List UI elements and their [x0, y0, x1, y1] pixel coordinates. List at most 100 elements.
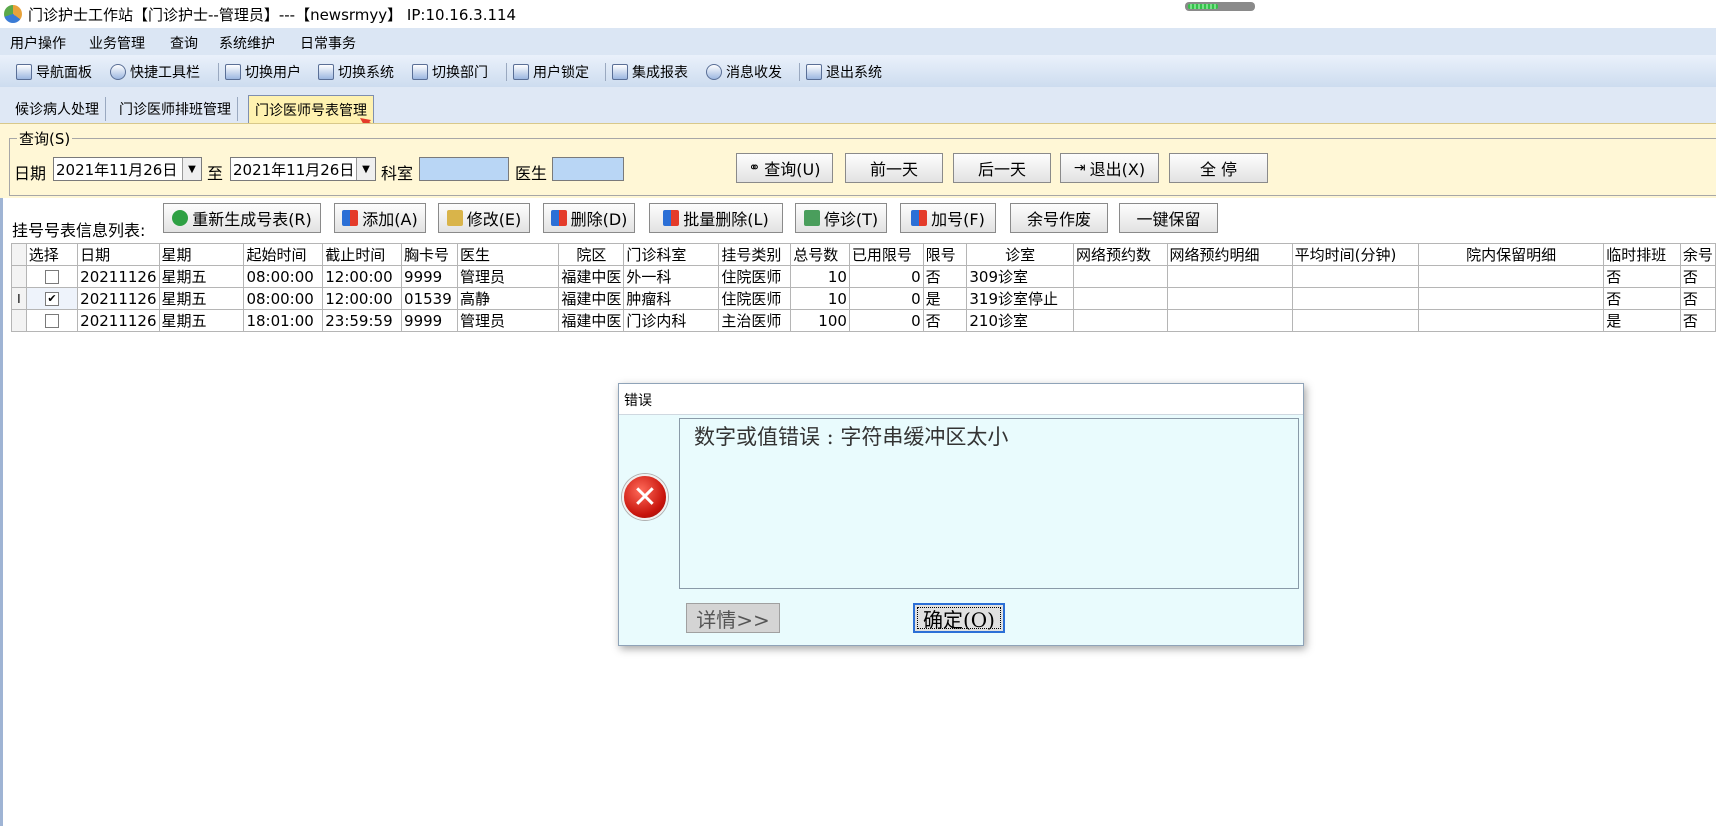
- column-header[interactable]: 网络预约数: [1072, 243, 1168, 266]
- table-cell[interactable]: 管理员: [456, 309, 560, 332]
- table-cell[interactable]: 否: [1679, 287, 1716, 310]
- table-cell[interactable]: [1072, 265, 1168, 288]
- date-from-picker[interactable]: 2021年11月26日 ▼: [53, 157, 202, 181]
- menu-user-ops[interactable]: 用户操作: [10, 33, 66, 53]
- table-cell[interactable]: 18:01:00: [243, 309, 324, 332]
- department-input[interactable]: [419, 157, 509, 181]
- table-cell[interactable]: 否: [1603, 265, 1681, 288]
- column-header[interactable]: 院内保留明细: [1417, 243, 1605, 266]
- table-cell[interactable]: 否: [1603, 287, 1681, 310]
- table-cell[interactable]: 否: [1679, 265, 1716, 288]
- table-cell[interactable]: 10: [790, 287, 850, 310]
- column-header[interactable]: 临时排班: [1603, 243, 1681, 266]
- tab-doctor-scheduling[interactable]: 门诊医师排班管理: [113, 97, 238, 121]
- column-header[interactable]: 网络预约明细: [1166, 243, 1293, 266]
- toolbar-integrated-report[interactable]: 集成报表: [612, 62, 688, 82]
- row-checkbox-checked[interactable]: ✔: [44, 292, 59, 306]
- column-header[interactable]: 医生: [456, 243, 560, 266]
- table-cell[interactable]: 是: [1603, 309, 1681, 332]
- table-cell[interactable]: 12:00:00: [322, 265, 403, 288]
- table-cell[interactable]: 门诊内科: [623, 309, 720, 332]
- column-header[interactable]: 门诊科室: [623, 243, 720, 266]
- table-cell[interactable]: 管理员: [456, 265, 560, 288]
- toolbar-navigation-panel[interactable]: 导航面板: [16, 62, 92, 82]
- table-cell[interactable]: 肿瘤科: [623, 287, 720, 310]
- delete-button[interactable]: 删除(D): [543, 203, 635, 233]
- menu-query[interactable]: 查询: [170, 33, 198, 53]
- column-header[interactable]: 挂号类别: [718, 243, 792, 266]
- table-cell[interactable]: 主治医师: [718, 309, 792, 332]
- table-row[interactable]: I ✔ 20211126 星期五 08:00:00 12:00:00 01539…: [11, 287, 1716, 310]
- table-cell[interactable]: 9999: [401, 265, 458, 288]
- column-header[interactable]: 选择: [25, 243, 79, 266]
- menu-system-maintenance[interactable]: 系统维护: [219, 33, 275, 53]
- table-cell[interactable]: [1291, 265, 1419, 288]
- column-header[interactable]: 已用限号: [848, 243, 924, 266]
- table-cell[interactable]: 20211126: [77, 287, 160, 310]
- column-header[interactable]: 起始时间: [243, 243, 324, 266]
- table-cell[interactable]: 否: [922, 309, 968, 332]
- table-cell[interactable]: 福建中医: [558, 287, 625, 310]
- table-cell[interactable]: [1072, 287, 1168, 310]
- table-cell[interactable]: [1417, 287, 1605, 310]
- toolbar-user-lock[interactable]: 用户锁定: [513, 62, 589, 82]
- table-cell[interactable]: 9999: [401, 309, 458, 332]
- stop-all-button[interactable]: 全 停: [1169, 153, 1268, 183]
- toolbar-exit-system[interactable]: 退出系统: [806, 62, 882, 82]
- column-header[interactable]: 截止时间: [322, 243, 403, 266]
- table-cell[interactable]: 否: [1679, 309, 1716, 332]
- table-cell[interactable]: 星期五: [158, 287, 245, 310]
- table-cell[interactable]: [1291, 287, 1419, 310]
- column-header[interactable]: 院区: [558, 243, 625, 266]
- toolbar-switch-system[interactable]: 切换系统: [318, 62, 394, 82]
- tab-waiting-patients[interactable]: 候诊病人处理: [9, 97, 106, 121]
- table-cell[interactable]: 210诊室: [966, 309, 1074, 332]
- column-header[interactable]: 总号数: [790, 243, 850, 266]
- table-cell[interactable]: 福建中医: [558, 309, 625, 332]
- dialog-title-bar[interactable]: 错误: [619, 384, 1303, 415]
- row-checkbox[interactable]: [44, 314, 59, 328]
- table-cell[interactable]: 住院医师: [718, 287, 792, 310]
- menu-daily-affairs[interactable]: 日常事务: [300, 33, 356, 53]
- table-row[interactable]: 20211126 星期五 08:00:00 12:00:00 9999 管理员 …: [11, 265, 1716, 288]
- table-cell[interactable]: 08:00:00: [243, 265, 324, 288]
- add-button[interactable]: 添加(A): [334, 203, 426, 233]
- table-cell[interactable]: [1166, 309, 1293, 332]
- table-cell[interactable]: [1166, 265, 1293, 288]
- select-cell[interactable]: [25, 265, 79, 288]
- details-button[interactable]: 详情>>: [686, 603, 780, 633]
- ok-button[interactable]: 确定(O): [913, 603, 1005, 633]
- batch-delete-button[interactable]: 批量删除(L): [649, 203, 783, 233]
- table-cell[interactable]: 01539: [401, 287, 458, 310]
- edit-button[interactable]: 修改(E): [438, 203, 530, 233]
- date-to-picker[interactable]: 2021年11月26日 ▼: [230, 157, 376, 181]
- regenerate-button[interactable]: 重新生成号表(R): [163, 203, 321, 233]
- menu-business[interactable]: 业务管理: [89, 33, 145, 53]
- table-cell[interactable]: 23:59:59: [322, 309, 403, 332]
- table-cell[interactable]: 08:00:00: [243, 287, 324, 310]
- table-cell[interactable]: 星期五: [158, 265, 245, 288]
- table-cell[interactable]: [1072, 309, 1168, 332]
- select-cell[interactable]: ✔: [25, 287, 79, 310]
- one-click-keep-button[interactable]: 一键保留: [1119, 203, 1218, 233]
- table-cell[interactable]: 20211126: [77, 265, 160, 288]
- table-cell[interactable]: [1417, 265, 1605, 288]
- table-cell[interactable]: [1417, 309, 1605, 332]
- previous-day-button[interactable]: 前一天: [845, 153, 943, 183]
- table-cell[interactable]: [1166, 287, 1293, 310]
- table-cell[interactable]: 外一科: [623, 265, 720, 288]
- toolbar-messages[interactable]: 消息收发: [706, 62, 782, 82]
- table-cell[interactable]: [1291, 309, 1419, 332]
- table-cell[interactable]: 12:00:00: [322, 287, 403, 310]
- table-cell[interactable]: 高静: [456, 287, 560, 310]
- chevron-down-icon[interactable]: ▼: [356, 158, 375, 180]
- stop-clinic-button[interactable]: 停诊(T): [795, 203, 887, 233]
- void-remaining-button[interactable]: 余号作废: [1010, 203, 1108, 233]
- search-button[interactable]: ⚭ 查询(U): [736, 153, 833, 183]
- table-cell[interactable]: 0: [848, 309, 924, 332]
- next-day-button[interactable]: 后一天: [953, 153, 1051, 183]
- toolbar-switch-user[interactable]: 切换用户: [225, 62, 301, 82]
- table-row[interactable]: 20211126 星期五 18:01:00 23:59:59 9999 管理员 …: [11, 309, 1716, 332]
- toolbar-quick-tools[interactable]: 快捷工具栏: [110, 62, 200, 82]
- table-cell[interactable]: 0: [848, 265, 924, 288]
